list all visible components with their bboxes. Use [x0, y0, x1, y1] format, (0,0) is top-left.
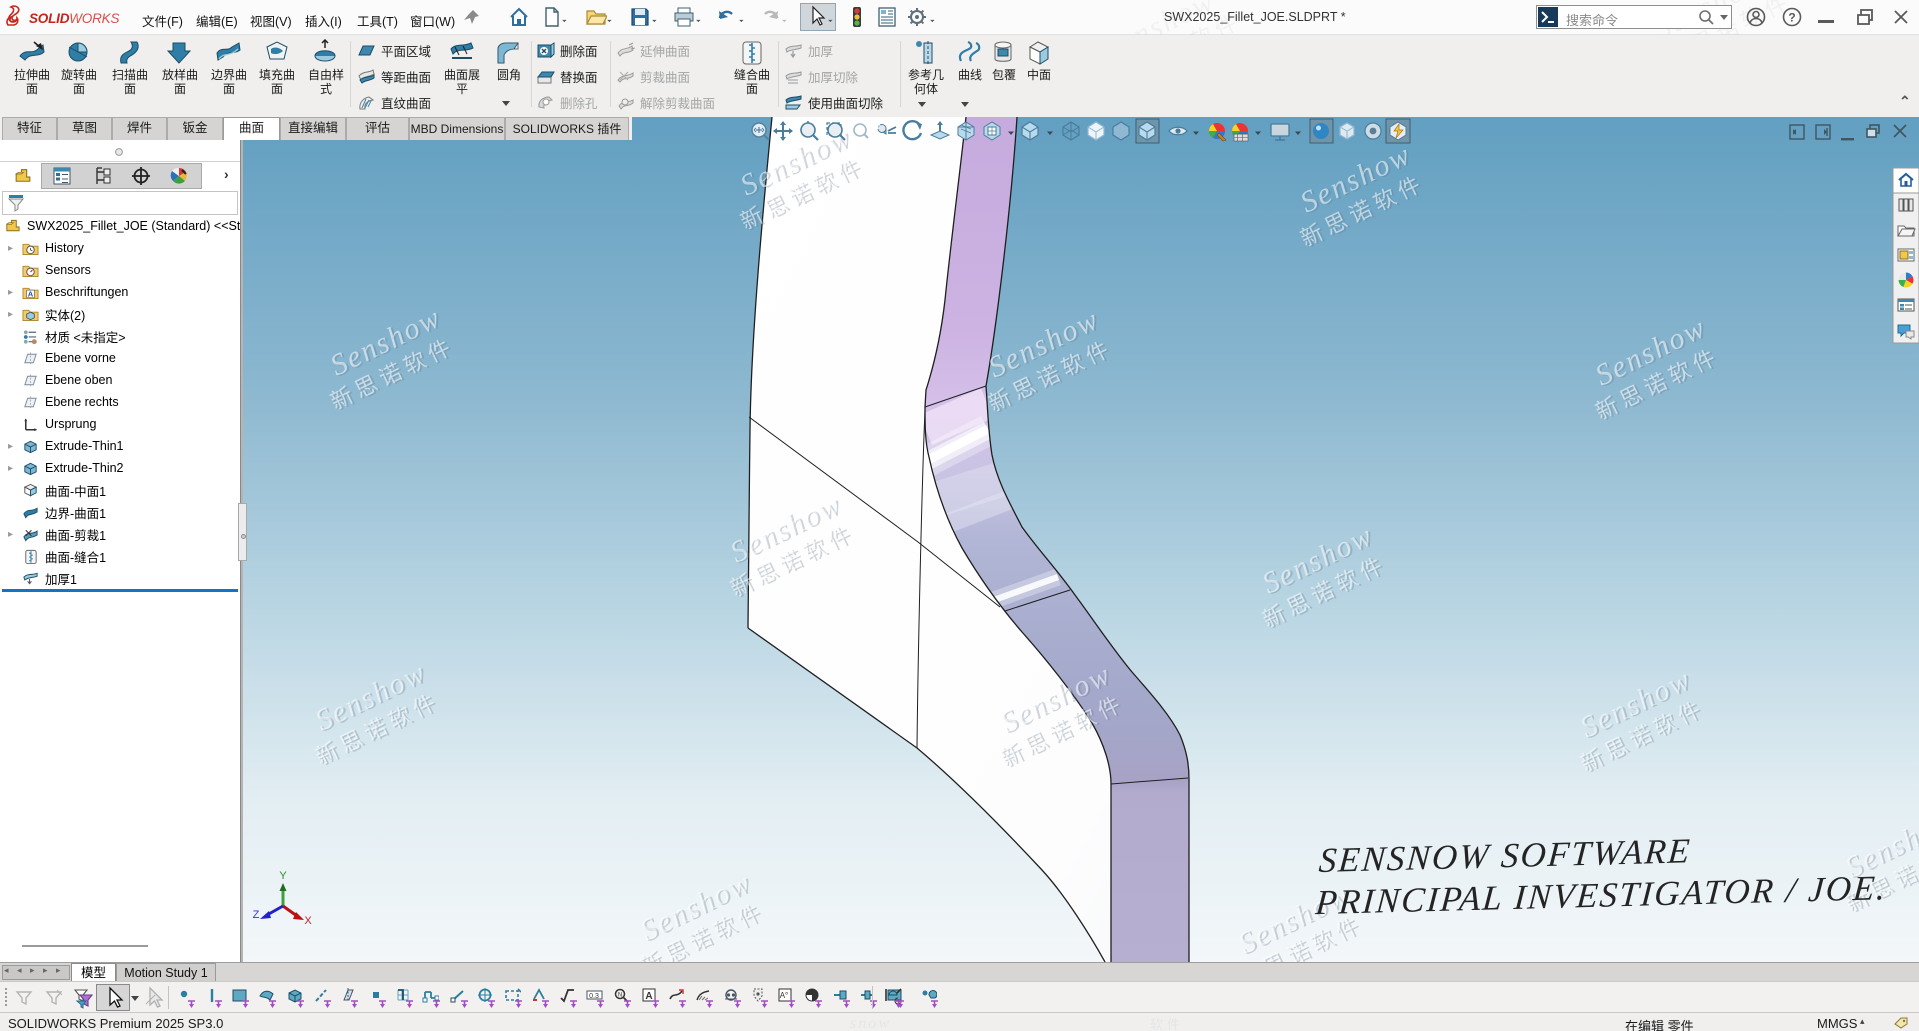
svg-text:X: X [304, 915, 312, 927]
svg-text:snow: snow [850, 1015, 891, 1031]
svg-text:N: N [618, 993, 622, 999]
svg-text:Z: Z [253, 909, 260, 921]
svg-text:?: ? [1788, 11, 1795, 25]
svg-text:软件: 软件 [1150, 1017, 1184, 1031]
svg-text:A: A [28, 289, 34, 298]
svg-text:Y: Y [279, 870, 287, 882]
